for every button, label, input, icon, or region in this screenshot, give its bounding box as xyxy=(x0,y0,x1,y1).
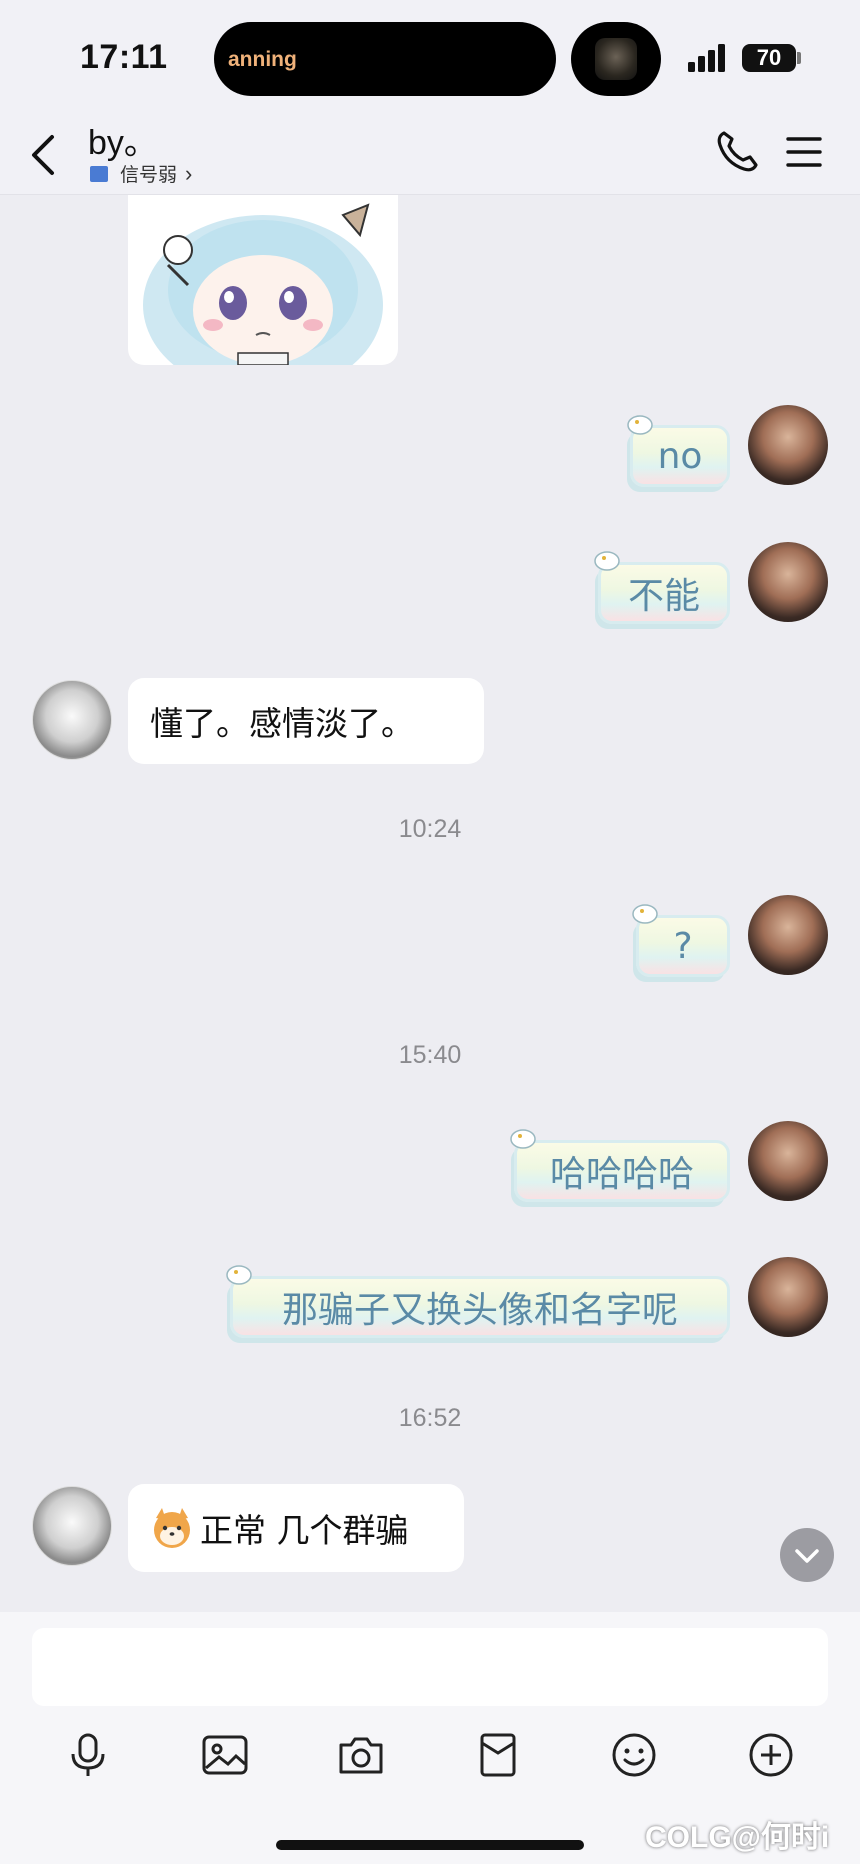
my-avatar[interactable] xyxy=(748,542,828,622)
network-status-label: 信号弱 xyxy=(120,165,178,186)
image-icon[interactable] xyxy=(200,1730,250,1780)
composer-area: COLG@何时i xyxy=(0,1612,860,1864)
bubble-bird-icon xyxy=(627,415,653,435)
chat-header: by。 信号弱 › xyxy=(0,115,860,195)
my-message-bubble[interactable]: 哈哈哈哈 xyxy=(514,1140,730,1202)
message-text: no xyxy=(657,435,703,477)
contact-avatar[interactable] xyxy=(32,1486,112,1566)
message-text: 正常 几个群骗 xyxy=(200,1511,409,1550)
media-thumbnail-icon xyxy=(595,38,637,80)
island-media-thumbnail[interactable] xyxy=(571,22,661,96)
my-message-bubble[interactable]: 那骗子又换头像和名字呢 xyxy=(230,1276,730,1338)
back-icon[interactable] xyxy=(28,133,58,177)
message-text: 不能 xyxy=(627,576,700,617)
battery-tip xyxy=(797,52,801,64)
bubble-bird-icon xyxy=(632,904,658,924)
message-text: 懂了。感情淡了。 xyxy=(150,704,414,743)
shiba-emoji-icon xyxy=(154,1508,190,1548)
timestamp: 15:40 xyxy=(398,1041,462,1069)
cellular-signal-icon xyxy=(688,44,725,72)
message-text: 哈哈哈哈 xyxy=(549,1154,694,1195)
timestamp: 10:24 xyxy=(398,815,462,843)
chevron-down-icon xyxy=(795,1549,819,1563)
my-avatar[interactable] xyxy=(748,1121,828,1201)
contact-avatar[interactable] xyxy=(32,680,112,760)
island-activity-text: anning xyxy=(228,48,297,71)
message-text: ? xyxy=(673,925,693,967)
phone-icon[interactable] xyxy=(714,129,760,175)
battery-indicator: 70 xyxy=(742,44,796,72)
bubble-bird-icon xyxy=(594,551,620,571)
timestamp: 16:52 xyxy=(398,1404,462,1432)
sticker-message[interactable] xyxy=(128,195,398,365)
camera-icon[interactable] xyxy=(336,1730,386,1780)
message-input[interactable] xyxy=(32,1628,828,1706)
chat-title[interactable]: by。 xyxy=(88,115,158,164)
red-packet-icon[interactable] xyxy=(473,1730,523,1780)
my-avatar[interactable] xyxy=(748,895,828,975)
contact-message-bubble[interactable]: 正常 几个群骗 xyxy=(128,1484,464,1572)
menu-icon[interactable] xyxy=(786,135,822,169)
emoji-icon[interactable] xyxy=(609,1730,659,1780)
scroll-to-bottom-button[interactable] xyxy=(780,1528,834,1582)
contact-message-bubble[interactable]: 懂了。感情淡了。 xyxy=(128,678,484,764)
mic-icon[interactable] xyxy=(63,1730,113,1780)
bubble-bird-icon xyxy=(510,1129,536,1149)
watermark: COLG@何时i xyxy=(645,1821,830,1854)
anime-girl-sticker-icon xyxy=(143,203,383,365)
chevron-right-icon: › xyxy=(185,160,193,186)
weak-signal-icon xyxy=(90,165,108,182)
my-avatar[interactable] xyxy=(748,405,828,485)
status-time: 17:11 xyxy=(80,38,168,76)
network-status[interactable]: 信号弱 › xyxy=(90,160,192,187)
home-indicator[interactable] xyxy=(276,1840,584,1850)
plus-icon[interactable] xyxy=(746,1730,796,1780)
bubble-bird-icon xyxy=(226,1265,252,1285)
message-text: 那骗子又换头像和名字呢 xyxy=(281,1290,678,1331)
status-bar: 17:11 anning 70 xyxy=(0,0,860,115)
my-avatar[interactable] xyxy=(748,1257,828,1337)
dynamic-island[interactable]: anning xyxy=(214,22,556,96)
